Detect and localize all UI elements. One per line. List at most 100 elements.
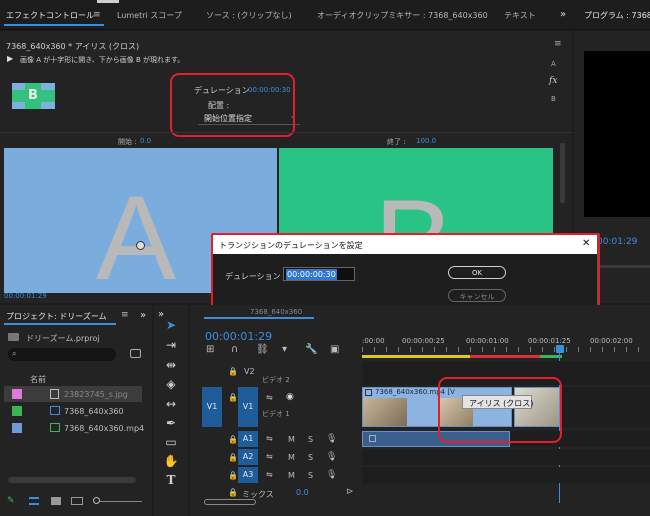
timeline-timecode[interactable]: 00:00:01:29	[205, 330, 272, 343]
mix-chevron-icon[interactable]: ⊳	[346, 487, 354, 497]
side-a-label: A	[551, 60, 556, 68]
v1-track-header: V1 🔒 V1 ⇋ ◉ ビデオ 1	[190, 387, 362, 427]
new-bin-icon[interactable]	[130, 349, 141, 358]
sync-lock-icon[interactable]: ⇋	[266, 452, 273, 461]
tab-audio-clip-mixer[interactable]: オーディオクリップミキサー : 7368_640x360	[317, 10, 488, 21]
ruler-ticks	[362, 347, 650, 352]
tab-effect-controls[interactable]: エフェクトコントロール	[6, 10, 94, 21]
v1-name: ビデオ 1	[262, 410, 290, 418]
snap-icon[interactable]: ∩	[231, 345, 238, 355]
end-label: 終了 :	[387, 138, 406, 146]
label-color-swatch	[12, 423, 22, 433]
transition-thumbnail: B	[12, 83, 55, 109]
slip-tool-icon[interactable]: ↔	[163, 396, 179, 412]
timeline-tab-underline	[204, 317, 314, 319]
hand-tool-icon[interactable]: ✋	[163, 453, 179, 469]
a3-track-target[interactable]: A3	[238, 467, 258, 483]
ruler-tick-label: 00:00:02:00	[590, 337, 633, 345]
list-item[interactable]: 7368_640x360	[4, 403, 142, 419]
tab-lumetri-scopes[interactable]: Lumetri スコープ	[117, 10, 182, 21]
microphone-icon[interactable]: 🎙	[326, 434, 337, 444]
lock-icon[interactable]: 🔒	[228, 435, 238, 444]
a2-lane[interactable]	[362, 449, 650, 465]
linked-selection-icon[interactable]: ⛓	[256, 345, 269, 355]
start-label: 開始 :	[118, 138, 137, 146]
solo-button[interactable]: S	[308, 471, 313, 480]
zoom-slider[interactable]	[96, 501, 142, 502]
sync-lock-icon[interactable]: ⇋	[266, 434, 273, 443]
a2-track-target[interactable]: A2	[238, 449, 258, 465]
mute-button[interactable]: M	[288, 435, 295, 444]
selection-tool-icon[interactable]: ➤	[163, 317, 179, 333]
tab-source[interactable]: ソース : (クリップなし)	[206, 10, 292, 21]
eye-icon[interactable]: ◉	[286, 392, 294, 402]
search-input[interactable]: ⌕	[8, 348, 116, 361]
razor-tool-icon[interactable]: ◈	[163, 376, 179, 392]
fx-icon[interactable]: fx	[549, 76, 557, 86]
freeform-view-icon[interactable]	[71, 497, 83, 505]
captions-icon[interactable]: ▣	[330, 345, 339, 355]
project-title[interactable]: プロジェクト: ドリーズーム	[6, 311, 107, 322]
tab-program-monitor[interactable]: プログラム : 7368_	[584, 10, 650, 21]
zoom-slider-handle[interactable]	[93, 497, 100, 504]
settings-wrench-icon[interactable]: 🔧	[305, 345, 317, 355]
mute-button[interactable]: M	[288, 453, 295, 462]
a3-track-header: 🔒 A3 ⇋ M S 🎙	[190, 467, 362, 483]
clip-thumbnail	[363, 398, 407, 426]
sync-lock-icon[interactable]: ⇋	[266, 470, 273, 479]
sync-lock-icon[interactable]: ⇋	[266, 393, 273, 402]
a1-track-target[interactable]: A1	[238, 431, 258, 447]
lock-icon[interactable]: 🔒	[228, 367, 238, 376]
top-tab-bar: エフェクトコントロール ≡ Lumetri スコープ ソース : (クリップなし…	[0, 0, 650, 30]
v2-label: V2	[244, 367, 255, 376]
scroll-bar[interactable]	[560, 143, 565, 203]
timeline-scroll-handle[interactable]	[204, 499, 256, 505]
program-timecode: 00:01:29	[597, 237, 638, 247]
panel-menu-icon[interactable]: ≡	[554, 39, 562, 49]
overflow-chevron-icon[interactable]: »	[560, 9, 566, 20]
timeline-tab[interactable]: 7368_640x360	[250, 308, 302, 316]
microphone-icon[interactable]: 🎙	[326, 452, 337, 462]
start-value[interactable]: 0.0	[140, 137, 151, 145]
a3-lane[interactable]	[362, 467, 650, 483]
column-header-name[interactable]: 名前	[30, 374, 46, 385]
play-transition-icon[interactable]: ▶	[7, 54, 13, 63]
list-view-icon[interactable]	[29, 497, 39, 505]
microphone-icon[interactable]: 🎙	[326, 470, 337, 480]
program-video-area	[584, 51, 650, 217]
ruler-tick-label: 00:00:00:25	[402, 337, 445, 345]
solo-button[interactable]: S	[308, 435, 313, 444]
lock-icon[interactable]: 🔒	[228, 453, 238, 462]
tab-menu-icon[interactable]: ≡	[93, 10, 101, 20]
end-value[interactable]: 100.0	[416, 137, 436, 145]
overflow-chevron-icon[interactable]: »	[140, 310, 146, 321]
search-icon: ⌕	[12, 349, 17, 358]
project-tab-underline	[4, 323, 116, 325]
lock-icon[interactable]: 🔒	[228, 471, 238, 480]
v1-track-target[interactable]: V1	[238, 387, 258, 427]
nest-icon[interactable]: ⊞	[206, 345, 214, 355]
playhead[interactable]	[556, 345, 564, 353]
add-marker-icon[interactable]: ▾	[282, 345, 287, 355]
transition-description: 画像 A が十字形に開き、下から画像 B が現れます。	[20, 56, 185, 64]
rectangle-tool-icon[interactable]: ▭	[163, 434, 179, 450]
track-select-tool-icon[interactable]: ⇥	[163, 337, 179, 353]
lock-icon[interactable]: 🔒	[228, 488, 238, 497]
tab-text[interactable]: テキスト	[504, 10, 536, 21]
pen-tool-icon[interactable]: ✒	[163, 415, 179, 431]
project-menu-icon[interactable]: ≡	[121, 310, 129, 320]
scroll-bar[interactable]	[8, 477, 136, 483]
ruler-tick-label: :00:00	[362, 337, 385, 345]
mix-value[interactable]: 0.0	[296, 488, 309, 497]
active-tab-underline	[4, 24, 104, 26]
type-tool-icon[interactable]: T	[163, 472, 179, 488]
lock-icon[interactable]: 🔒	[228, 393, 238, 402]
solo-button[interactable]: S	[308, 453, 313, 462]
v1-source-patch[interactable]: V1	[202, 387, 222, 427]
ripple-edit-tool-icon[interactable]: ⇹	[163, 357, 179, 373]
icon-view-icon[interactable]	[51, 497, 61, 505]
pencil-icon[interactable]: ✎	[7, 496, 15, 506]
list-item[interactable]: 23823745_s.jpg	[4, 386, 142, 402]
list-item[interactable]: 7368_640x360.mp4	[4, 420, 144, 436]
mute-button[interactable]: M	[288, 471, 295, 480]
